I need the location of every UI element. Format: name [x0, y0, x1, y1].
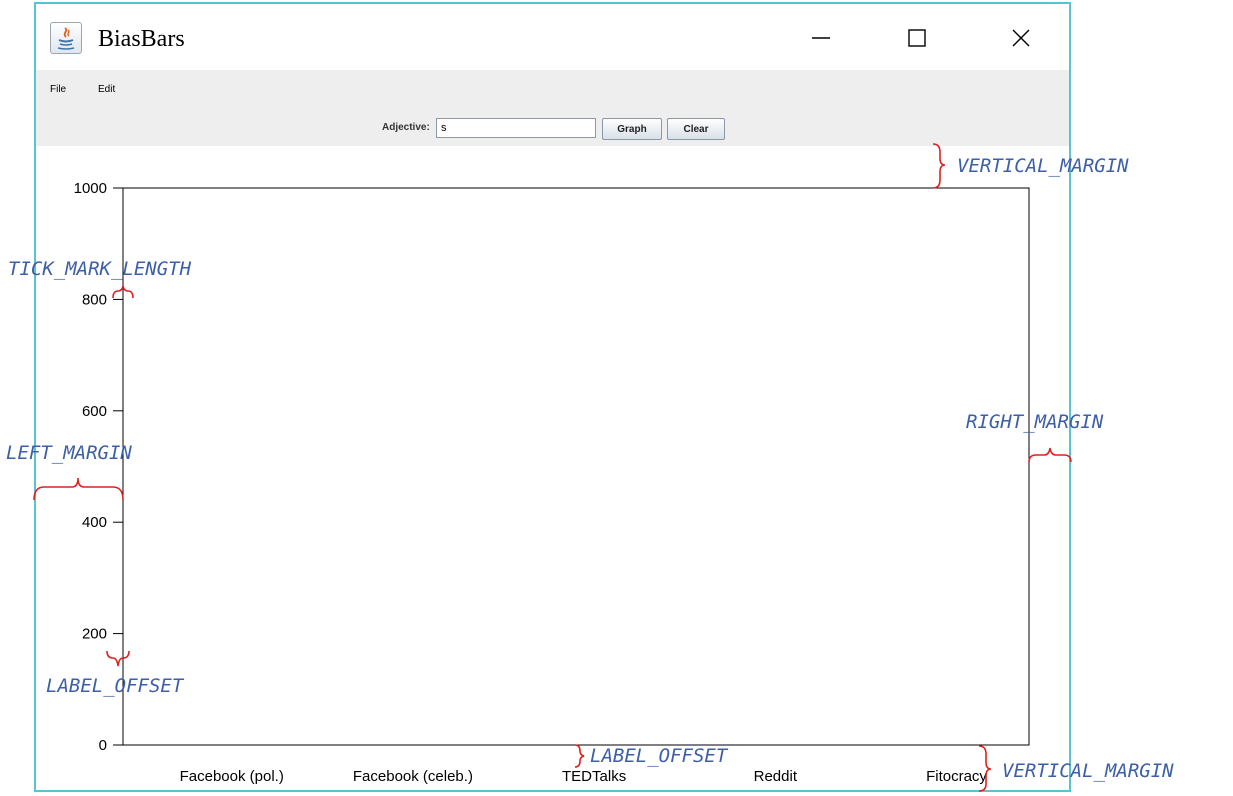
y-tick-label: 200 [82, 626, 107, 643]
left-margin-brace [33, 477, 124, 501]
y-tick-label: 0 [99, 737, 107, 754]
right-margin-brace [1028, 447, 1072, 463]
y-tick-label: 400 [82, 514, 107, 531]
left-margin-annotation: LEFT_MARGIN [6, 442, 132, 464]
label-offset-bottom-annotation: LABEL_OFFSET [590, 745, 729, 767]
x-category-label: Facebook (pol.) [180, 768, 284, 785]
plot-frame [122, 187, 1030, 746]
annotation-layer: VERTICAL_MARGIN TICK_MARK_LENGTH LEFT_MA… [6, 143, 1174, 792]
right-margin-annotation: RIGHT_MARGIN [966, 411, 1104, 433]
x-category-label: Reddit [754, 768, 798, 785]
x-category-label: TEDTalks [562, 768, 626, 785]
x-category-label: Facebook (celeb.) [353, 768, 473, 785]
y-tick-label: 600 [82, 403, 107, 420]
bias-chart: 0 200 400 600 800 1000 Facebook (pol.) Facebook… [6, 143, 1174, 792]
y-tick-label: 1000 [74, 180, 107, 197]
tick-mark-length-annotation: TICK_MARK_LENGTH [8, 258, 192, 280]
vertical-margin-top-brace [932, 143, 946, 189]
label-offset-left-annotation: LABEL_OFFSET [46, 675, 185, 697]
label-offset-bottom-brace [574, 744, 585, 768]
x-category-label: Fitocracy [926, 768, 987, 785]
vertical-margin-bottom-annotation: VERTICAL_MARGIN [1002, 760, 1174, 782]
label-offset-left-brace [106, 650, 130, 667]
vertical-margin-top-annotation: VERTICAL_MARGIN [957, 155, 1129, 177]
y-tick-label: 800 [82, 291, 107, 308]
